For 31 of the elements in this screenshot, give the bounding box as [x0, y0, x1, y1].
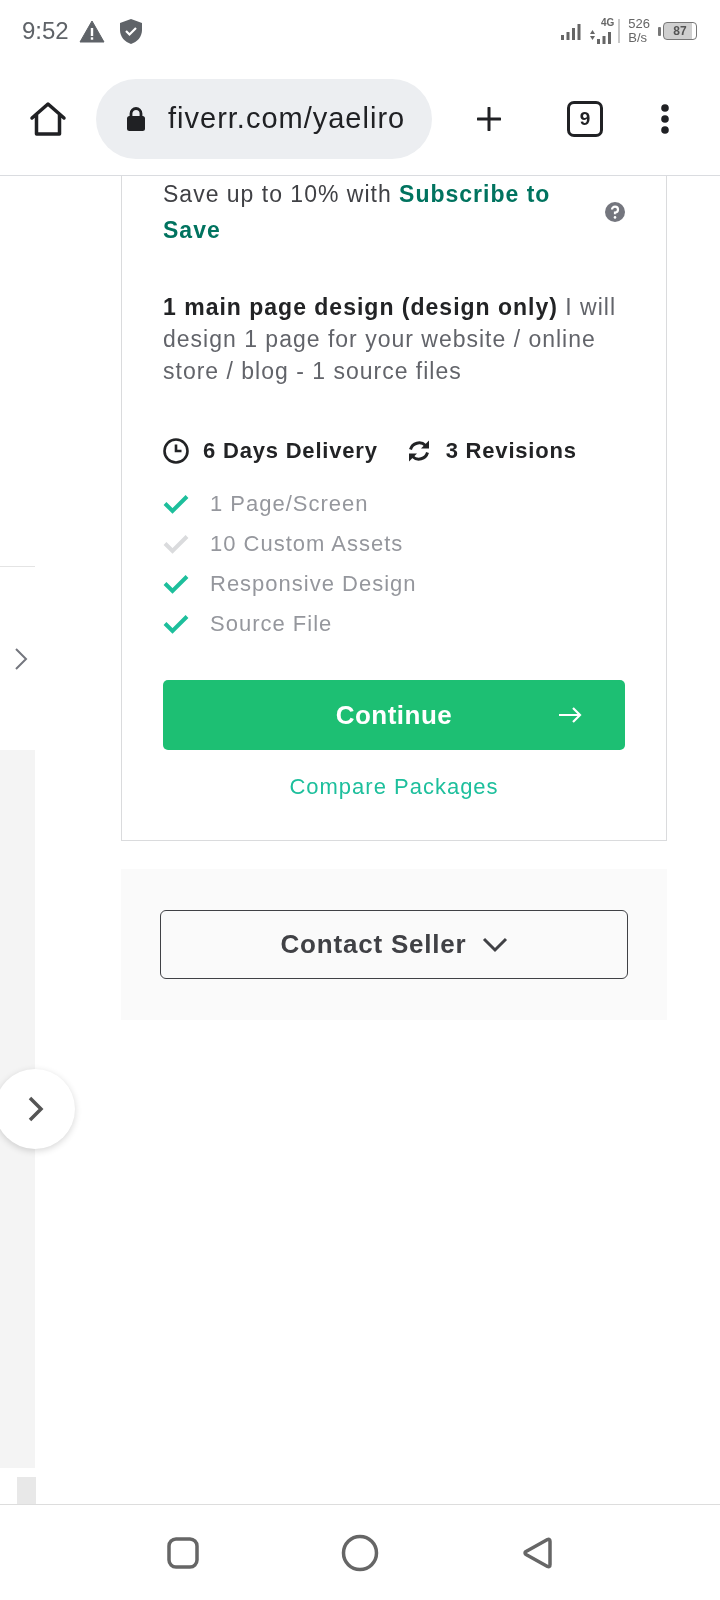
- clock-icon: [163, 438, 189, 464]
- feature-label: 10 Custom Assets: [210, 531, 404, 557]
- back-icon[interactable]: [522, 1535, 552, 1570]
- arrow-right-icon: [558, 707, 582, 723]
- subscribe-note: Save up to 10% with Subscribe to Save: [163, 180, 552, 245]
- battery-indicator: 87: [658, 22, 697, 40]
- chevron-right-icon: [27, 1095, 45, 1123]
- tab-count-button[interactable]: 9: [567, 100, 603, 137]
- circle-icon[interactable]: [341, 1533, 379, 1572]
- address-bar[interactable]: fiverr.com/yaeliro: [96, 78, 432, 159]
- chevron-right-icon[interactable]: [14, 646, 28, 671]
- package-description: 1 main page design (design only) I will design 1 page for your website / online store / blog - 1 source files: [163, 293, 618, 386]
- help-icon[interactable]: [605, 202, 625, 222]
- lock-icon: [126, 106, 146, 131]
- chevron-down-icon: [481, 936, 508, 953]
- feature-label: Source File: [210, 611, 333, 637]
- status-time: 9:52: [22, 17, 69, 45]
- contact-seller-button[interactable]: Contact Seller: [160, 910, 628, 979]
- signal-icon: [561, 22, 582, 40]
- home-icon[interactable]: [29, 100, 67, 137]
- network-type-label: 4G: [600, 18, 615, 28]
- plus-icon[interactable]: [477, 106, 501, 131]
- revisions-count: 3 Revisions: [445, 438, 577, 464]
- square-icon[interactable]: [167, 1536, 199, 1569]
- delivery-time: 6 Days Delivery: [203, 438, 378, 464]
- menu-icon[interactable]: [661, 103, 669, 134]
- warning-icon: [78, 19, 105, 43]
- feature-label: Responsive Design: [210, 571, 417, 597]
- shield-check-icon: [118, 17, 143, 45]
- feature-label: 1 Page/Screen: [210, 491, 369, 517]
- data-speed: 526 B/s: [628, 17, 650, 45]
